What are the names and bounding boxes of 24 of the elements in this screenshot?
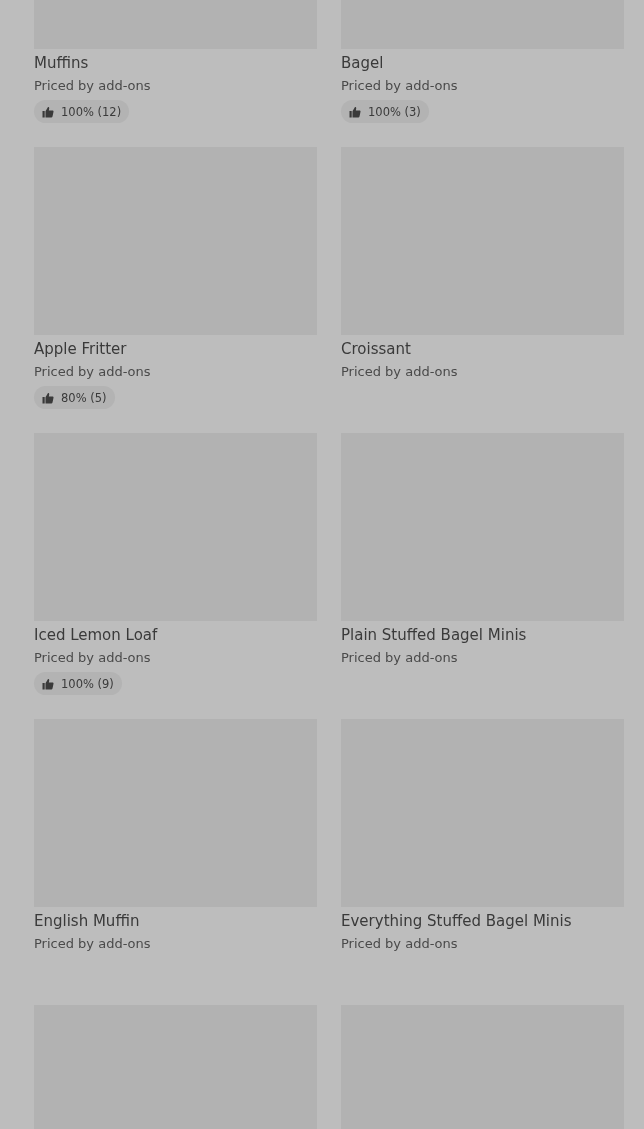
- thumbs-up-icon: [42, 677, 54, 690]
- thumbs-up-icon: [349, 105, 361, 118]
- item-name[interactable]: Bagel: [341, 52, 384, 74]
- item-name[interactable]: English Muffin: [34, 910, 140, 932]
- item-subtitle: Priced by add-ons: [34, 77, 151, 95]
- thumbs-up-icon: [42, 391, 54, 404]
- rating-badge: 80% (5): [34, 386, 115, 409]
- thumbs-up-icon: [42, 105, 54, 118]
- item-name[interactable]: Iced Lemon Loaf: [34, 624, 158, 646]
- item-subtitle: Priced by add-ons: [34, 935, 151, 953]
- item-name[interactable]: Apple Fritter: [34, 338, 127, 360]
- item-name[interactable]: Croissant: [341, 338, 411, 360]
- item-subtitle: Priced by add-ons: [341, 77, 458, 95]
- item-subtitle: Priced by add-ons: [34, 363, 151, 381]
- item-name[interactable]: Muffins: [34, 52, 89, 74]
- item-subtitle: Priced by add-ons: [341, 649, 458, 667]
- rating-badge: 100% (12): [34, 100, 130, 123]
- rating-badge: 100% (3): [341, 100, 429, 123]
- item-name[interactable]: Plain Stuffed Bagel Minis: [341, 624, 527, 646]
- rating-badge: 100% (9): [34, 672, 122, 695]
- item-subtitle: Priced by add-ons: [341, 935, 458, 953]
- item-subtitle: Priced by add-ons: [341, 363, 458, 381]
- item-subtitle: Priced by add-ons: [34, 649, 151, 667]
- item-name[interactable]: Everything Stuffed Bagel Minis: [341, 910, 572, 932]
